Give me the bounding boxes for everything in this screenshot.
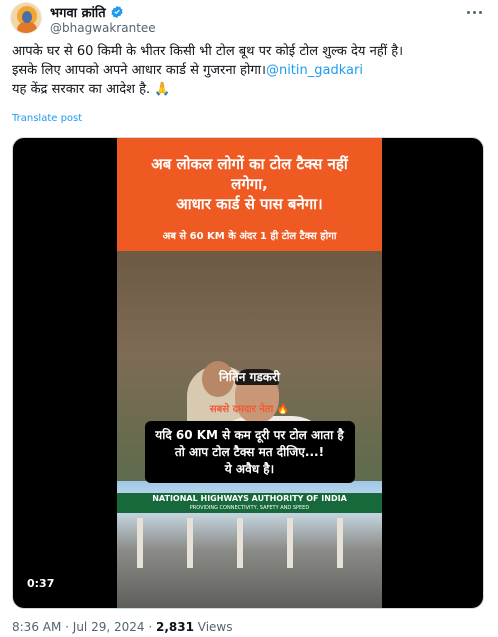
meta-separator: · <box>144 620 156 634</box>
author-name-row[interactable]: भगवा क्रांति <box>50 3 124 21</box>
views-label: Views <box>193 620 233 634</box>
toll-booth <box>337 518 343 568</box>
avatar-figure-face <box>22 11 32 23</box>
mention-link[interactable]: @nitin_gadkari <box>266 63 363 78</box>
tweet-line-3: यह केंद्र सरकार का आदेश है. 🙏 <box>12 82 171 97</box>
author-display-name[interactable]: भगवा क्रांति <box>50 3 106 21</box>
video-duration-badge: 0:37 <box>21 576 61 591</box>
banner-line-1: अब लोकल लोगों का टोल टैक्स नहीं <box>151 155 348 173</box>
banner-subtitle: अब से 60 KM के अंदर 1 ही टोल टैक्स होगा <box>162 231 337 242</box>
post-time[interactable]: 8:36 AM <box>12 620 61 634</box>
video-main-caption: यदि 60 KM से कम दूरी पर टोल आता है तो आप… <box>117 427 382 478</box>
post-metadata: 8:36 AM · Jul 29, 2024 · 2,831 Views <box>12 620 232 634</box>
post-date[interactable]: Jul 29, 2024 <box>73 620 145 634</box>
tweet-line-1: आपके घर से 60 किमी के भीतर किसी भी टोल ब… <box>12 44 404 59</box>
tweet-text: आपके घर से 60 किमी के भीतर किसी भी टोल ब… <box>12 42 492 99</box>
caption-line-3: ये अवैध है। <box>224 462 275 476</box>
tweet-line-2: इसके लिए आपको अपने आधार कार्ड से गुजरना … <box>12 61 492 80</box>
more-options-icon[interactable] <box>464 2 484 22</box>
translate-post-link[interactable]: Translate post <box>12 113 82 124</box>
caption-line-2: तो आप टोल टैक्स मत दीजिए...! <box>174 445 325 459</box>
verified-badge-icon <box>111 5 123 19</box>
speaker-tag-caption: सबसे दमदार नेता 🔥 <box>209 404 290 415</box>
toll-booths <box>127 518 372 568</box>
author-handle[interactable]: @bhagwakrantee <box>50 21 156 35</box>
caption-line-1: यदि 60 KM से कम दूरी पर टोल आता है <box>155 428 344 442</box>
avatar-figure-body <box>17 22 37 33</box>
meta-separator: · <box>61 620 73 634</box>
nhai-title: NATIONAL HIGHWAYS AUTHORITY OF INDIA <box>152 494 347 503</box>
video-player[interactable]: अब लोकल लोगों का टोल टैक्स नहीं लगेगा, आ… <box>12 137 484 609</box>
toll-booth <box>287 518 293 568</box>
banner-line-2: लगेगा, <box>231 175 268 193</box>
avatar[interactable] <box>10 2 42 34</box>
video-banner-text: अब लोकल लोगों का टोल टैक्स नहीं लगेगा, आ… <box>117 154 382 214</box>
nhai-subtitle: PROVIDING CONNECTIVITY, SAFETY AND SPEED <box>189 505 310 511</box>
view-count: 2,831 <box>155 620 194 634</box>
toll-booth <box>187 518 193 568</box>
banner-line-3: आधार कार्ड से पास बनेगा। <box>176 195 323 213</box>
tweet-line-2-text: इसके लिए आपको अपने आधार कार्ड से गुजरना … <box>12 63 266 78</box>
video-banner: अब लोकल लोगों का टोल टैक्स नहीं लगेगा, आ… <box>117 138 382 251</box>
nhai-sign: NATIONAL HIGHWAYS AUTHORITY OF INDIA PRO… <box>117 493 382 513</box>
video-frame[interactable]: अब लोकल लोगों का टोल टैक्स नहीं लगेगा, आ… <box>117 138 382 608</box>
toll-booth <box>137 518 143 568</box>
speaker-name-caption: नितिन गडकरी <box>219 370 280 384</box>
toll-booth <box>237 518 243 568</box>
